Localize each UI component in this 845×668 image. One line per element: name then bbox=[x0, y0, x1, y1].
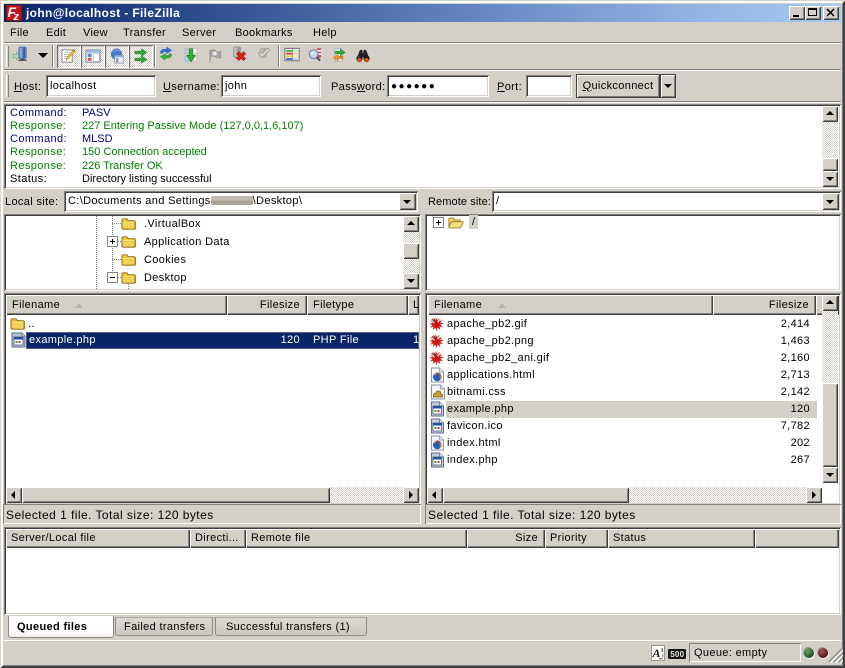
svg-text:500: 500 bbox=[670, 650, 684, 659]
svg-text:z: z bbox=[13, 11, 20, 21]
svg-text:A: A bbox=[652, 646, 661, 660]
